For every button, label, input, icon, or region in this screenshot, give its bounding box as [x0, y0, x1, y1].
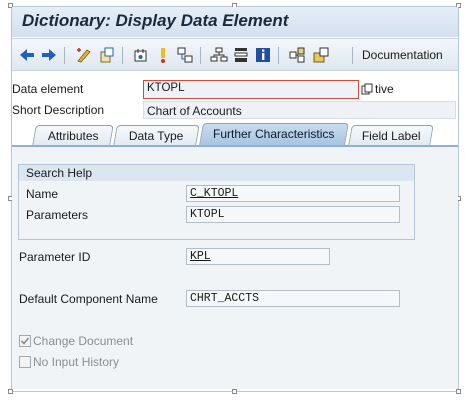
change-document-checkbox[interactable]: [19, 335, 31, 347]
status-text: tive: [375, 82, 394, 96]
search-help-name-label: Name: [26, 187, 59, 201]
object-list-icon[interactable]: [210, 46, 228, 64]
resize-handle[interactable]: [456, 389, 461, 394]
other-object-icon[interactable]: [98, 46, 116, 64]
tab-data-type[interactable]: Data Type: [113, 125, 200, 145]
no-input-history-label: No Input History: [33, 355, 120, 369]
toolbar-separator: [200, 47, 201, 64]
resize-handle[interactable]: [232, 389, 237, 394]
forward-arrow-icon[interactable]: [40, 46, 58, 64]
toolbar-separator: [352, 47, 353, 64]
toolbar-separator: [64, 47, 65, 64]
search-help-name-value: C_KTOPL: [190, 187, 239, 200]
search-help-parameters-label: Parameters: [26, 208, 89, 222]
parameter-id-field[interactable]: KPL: [186, 248, 330, 265]
toolbar-separator: [122, 47, 123, 64]
change-document-label: Change Document: [33, 334, 134, 348]
search-help-title: Search Help: [19, 165, 414, 181]
data-element-field[interactable]: KTOPL: [143, 80, 359, 99]
copy-icon[interactable]: [361, 83, 373, 95]
tab-strip: Attributes Data Type Further Characteris…: [12, 123, 458, 145]
tab-field-label[interactable]: Field Label: [348, 125, 434, 145]
window-title: Dictionary: Display Data Element: [12, 7, 458, 37]
tab-attributes[interactable]: Attributes: [32, 125, 114, 145]
search-help-parameters-value: KTOPL: [190, 208, 225, 221]
navigation-window-icon[interactable]: [232, 46, 250, 64]
search-help-name-field[interactable]: C_KTOPL: [186, 185, 400, 202]
short-description-field[interactable]: Chart of Accounts: [143, 101, 456, 119]
documentation-button[interactable]: Documentation: [362, 48, 443, 62]
default-component-value: CHRT_ACCTS: [190, 292, 260, 305]
short-description-value: Chart of Accounts: [147, 104, 242, 118]
default-component-field[interactable]: CHRT_ACCTS: [186, 290, 400, 307]
check-icon[interactable]: [154, 46, 172, 64]
application-toolbar: Documentation: [12, 38, 458, 71]
parameter-id-label: Parameter ID: [19, 250, 91, 264]
no-input-history-checkbox[interactable]: [19, 356, 31, 368]
default-component-label: Default Component Name: [19, 292, 158, 306]
short-description-label: Short Description: [12, 103, 105, 117]
parameter-id-value: KPL: [190, 250, 211, 263]
info-icon[interactable]: [254, 46, 272, 64]
activate-icon[interactable]: [132, 46, 150, 64]
transport-icon[interactable]: [312, 46, 330, 64]
back-arrow-icon[interactable]: [18, 46, 36, 64]
data-element-label: Data element: [12, 82, 84, 96]
resize-handle[interactable]: [8, 389, 13, 394]
tab-further-characteristics[interactable]: Further Characteristics: [199, 123, 349, 145]
toolbar-separator: [278, 47, 279, 64]
hierarchy-icon[interactable]: [288, 46, 306, 64]
data-element-value: KTOPL: [147, 82, 185, 94]
search-help-parameters-field[interactable]: KTOPL: [186, 206, 400, 223]
checkmark-icon: [20, 337, 30, 345]
search-help-group: Search Help: [18, 164, 415, 240]
where-used-icon[interactable]: [176, 46, 194, 64]
display-change-icon[interactable]: [75, 46, 93, 64]
